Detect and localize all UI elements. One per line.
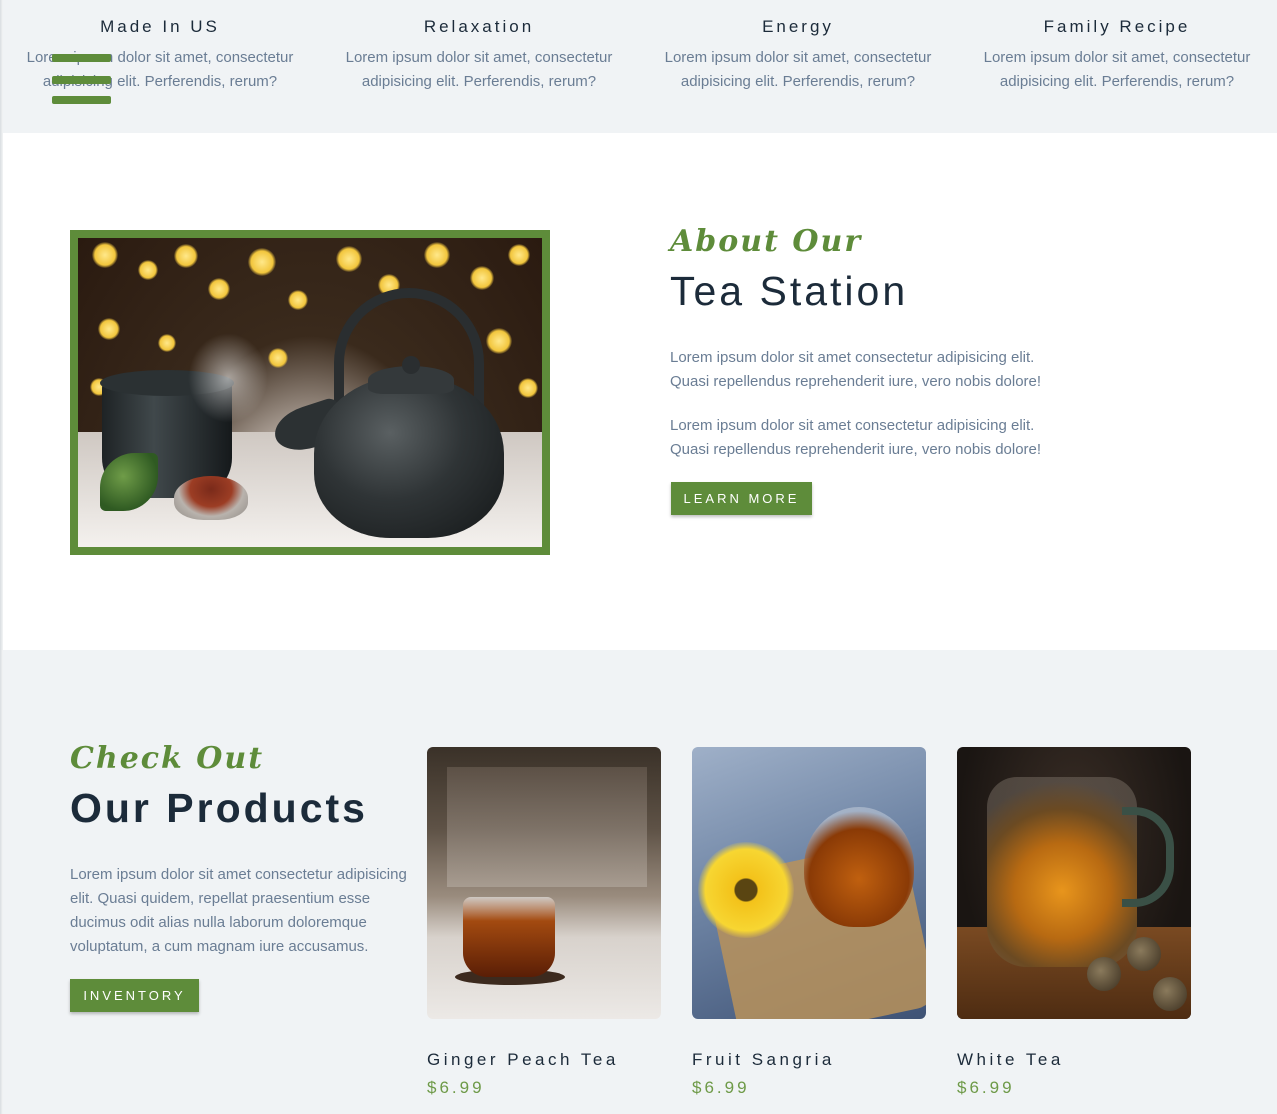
product-name: White Tea [957, 1050, 1064, 1069]
product-image[interactable] [957, 747, 1191, 1019]
about-title: Tea Station [670, 268, 909, 314]
about-paragraph: Lorem ipsum dolor sit amet consectetur a… [670, 349, 1042, 390]
products-kicker: Check Out [70, 741, 265, 776]
menu-bar [52, 96, 111, 104]
feature-energy: Energy Lorem ipsum dolor sit amet, conse… [648, 14, 948, 94]
product-name: Ginger Peach Tea [427, 1050, 619, 1069]
feature-text: Lorem ipsum dolor sit amet, consectetur … [983, 49, 1251, 90]
menu-bar [52, 54, 111, 62]
feature-title: Family Recipe [1043, 17, 1191, 36]
teapot-photo [78, 238, 542, 547]
about-paragraph: Lorem ipsum dolor sit amet consectetur a… [670, 417, 1042, 458]
product-price: $6.99 [957, 1078, 1015, 1097]
product-price: $6.99 [692, 1078, 750, 1097]
product-image[interactable] [692, 747, 926, 1019]
product-card-white-tea[interactable]: White Tea $6.99 [957, 747, 1191, 1099]
menu-bar [52, 76, 111, 84]
feature-text: Lorem ipsum dolor sit amet, consectetur … [345, 49, 613, 90]
about-kicker: About Our [670, 224, 863, 259]
product-card-fruit-sangria[interactable]: Fruit Sangria $6.99 [692, 747, 926, 1099]
product-image[interactable] [427, 747, 661, 1019]
feature-title: Energy [762, 17, 834, 36]
about-image-frame [70, 230, 550, 555]
feature-family-recipe: Family Recipe Lorem ipsum dolor sit amet… [967, 14, 1267, 94]
hamburger-menu-icon[interactable] [52, 54, 112, 106]
feature-title: Relaxation [423, 17, 535, 36]
left-edge-shadow [0, 0, 3, 1114]
product-name: Fruit Sangria [692, 1050, 835, 1069]
feature-title: Made In US [100, 17, 220, 36]
feature-relaxation: Relaxation Lorem ipsum dolor sit amet, c… [329, 14, 629, 94]
features-strip: Made In US Lorem ipsum dolor sit amet, c… [0, 0, 1277, 133]
product-price: $6.99 [427, 1078, 485, 1097]
feature-text: Lorem ipsum dolor sit amet, consectetur … [664, 49, 932, 90]
products-description: Lorem ipsum dolor sit amet consectetur a… [70, 866, 407, 955]
products-title: Our Products [70, 785, 368, 831]
product-card-ginger-peach[interactable]: Ginger Peach Tea $6.99 [427, 747, 661, 1099]
learn-more-button[interactable]: LEARN MORE [671, 482, 812, 515]
inventory-button[interactable]: INVENTORY [70, 979, 199, 1012]
